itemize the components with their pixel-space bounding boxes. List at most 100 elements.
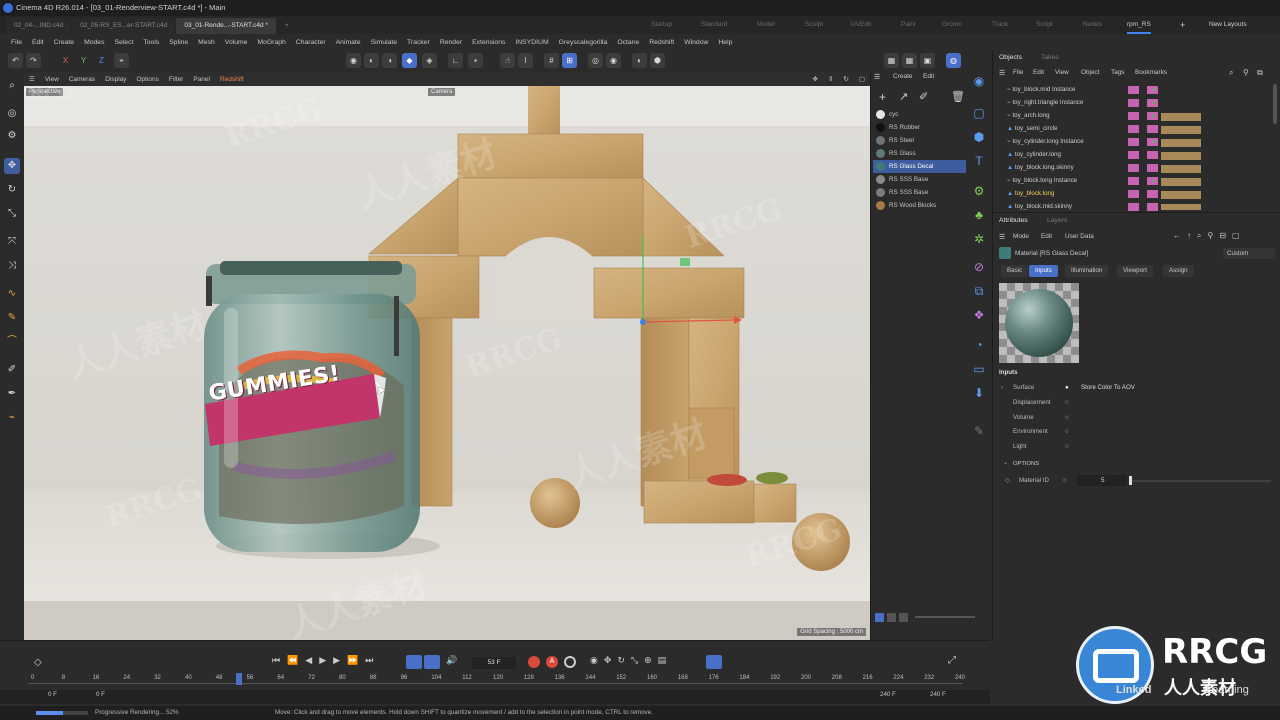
preview-start-field[interactable]: 0 F (96, 691, 105, 698)
layout-tab-groom[interactable]: Groom (942, 16, 962, 34)
deformer-icon[interactable]: ✲ (970, 230, 988, 248)
loop-icon[interactable] (406, 655, 422, 669)
objects-menu-icon[interactable]: ☰ (999, 69, 1005, 77)
keyframe-selection-icon[interactable] (564, 656, 576, 668)
object-mode-icon[interactable]: ◆ (402, 53, 417, 68)
menu-mesh[interactable]: Mesh (193, 39, 220, 46)
new-layouts-button[interactable]: New Layouts (1209, 16, 1247, 34)
file-tab[interactable]: 02_04-...IND.c4d (6, 18, 72, 34)
field-icon[interactable]: ⊘ (970, 258, 988, 276)
generator-icon[interactable]: ⚙ (970, 182, 988, 200)
knife-tool-icon[interactable]: ⌁ (4, 410, 20, 426)
menu-simulate[interactable]: Simulate (366, 39, 402, 46)
subtab-inputs[interactable]: Inputs (1029, 265, 1058, 277)
axis-mode-icon[interactable]: ∟ (448, 53, 463, 68)
coordinate-system-icon[interactable]: ⌖ (114, 53, 129, 68)
scene-icon[interactable]: ⧉ (970, 282, 988, 300)
rotate-tool-icon[interactable]: ↻ (4, 182, 20, 198)
menu-tracker[interactable]: Tracker (402, 39, 435, 46)
objects-menu-file[interactable]: File (1013, 69, 1023, 76)
file-tab-active[interactable]: 03_01-Rende...-START.c4d * (176, 18, 276, 34)
menu-help[interactable]: Help (713, 39, 737, 46)
layout-tab-uvedit[interactable]: UVEdit (851, 16, 871, 34)
layout-tab-paint[interactable]: Paint (901, 16, 916, 34)
object-row[interactable]: ▲ toy_cylinder.long (1007, 149, 1061, 161)
menu-render[interactable]: Render (435, 39, 467, 46)
cloner-icon[interactable]: ♣ (970, 206, 988, 224)
menu-window[interactable]: Window (679, 39, 713, 46)
record-keys-icon[interactable] (528, 656, 540, 668)
material-manager-menu-icon[interactable]: ☰ (874, 73, 880, 81)
layout-tab-startup[interactable]: Startup (651, 16, 672, 34)
input-port-icon[interactable]: ○ (1065, 441, 1069, 453)
objects-new-window-icon[interactable]: ⧉ (1257, 68, 1263, 78)
objects-menu-view[interactable]: View (1055, 69, 1069, 76)
camera-label[interactable]: Camera (428, 88, 456, 96)
menu-modes[interactable]: Modes (79, 39, 109, 46)
visibility-check-icon[interactable]: ✔ ✔ ✔ ✔ ✔ (1151, 84, 1157, 188)
live-selection-icon[interactable]: ◎ (4, 106, 20, 122)
current-frame-field[interactable]: 53 F (472, 657, 516, 669)
viewport-menu-options[interactable]: Options (132, 76, 164, 83)
render-view-icon[interactable]: ◐ (632, 53, 647, 68)
input-port-icon[interactable]: ○ (1065, 426, 1069, 438)
text-tool-icon[interactable]: T (970, 152, 988, 170)
thumbnail-size-slider[interactable] (915, 616, 975, 618)
menu-create[interactable]: Create (49, 39, 79, 46)
object-row[interactable]: ▲ toy_semi_circle (1007, 123, 1057, 135)
menu-redshift[interactable]: Redshift (644, 39, 679, 46)
preview-range-icon[interactable] (424, 655, 440, 669)
menu-edit[interactable]: Edit (27, 39, 49, 46)
subtab-assign[interactable]: Assign (1163, 265, 1194, 277)
object-row[interactable]: ⌁ toy_right.triangle Instance (1007, 97, 1083, 109)
sound-icon[interactable]: 🔊 (446, 655, 457, 666)
attributes-menu-user-data[interactable]: User Data (1065, 233, 1094, 240)
mesh-mode-icon[interactable]: ◐ (364, 53, 379, 68)
object-row[interactable]: ⌁ toy_arch.long (1007, 110, 1050, 122)
menu-spline[interactable]: Spline (164, 39, 193, 46)
material-menu-create[interactable]: Create (893, 73, 913, 80)
timeline-expand-icon[interactable]: ⤢ (948, 655, 956, 666)
input-port-icon[interactable]: ○ (1065, 397, 1069, 409)
object-row[interactable]: ⌁ toy_block.long Instance (1007, 175, 1077, 187)
brush-tool-icon[interactable]: ✐ (4, 362, 20, 378)
start-frame-field[interactable]: 0 F (48, 691, 57, 698)
grid-view-icon[interactable] (875, 612, 884, 622)
floor-object-icon[interactable]: ⬇ (970, 384, 988, 402)
axis-z-toggle[interactable]: Z (94, 53, 109, 68)
edit-render-settings-icon[interactable]: ▣ (920, 53, 935, 68)
menu-extensions[interactable]: Extensions (467, 39, 510, 46)
placement-tool-icon[interactable]: ⤨ (4, 258, 20, 274)
tab-layers[interactable]: Layers (1047, 217, 1067, 224)
object-list-scrollbar[interactable] (1273, 84, 1277, 124)
list-view-icon[interactable] (887, 612, 896, 622)
add-material-icon[interactable]: + (879, 90, 886, 104)
object-row[interactable]: ⌁ toy_block.mid Instance (1007, 84, 1075, 96)
menu-tools[interactable]: Tools (138, 39, 164, 46)
render-picture-viewer-icon[interactable]: ▦ (902, 53, 917, 68)
object-row[interactable]: ▲ toy_block.mid.skinny (1007, 201, 1072, 212)
material-id-slider-handle[interactable] (1129, 476, 1132, 485)
subtab-illumination[interactable]: Illumination (1065, 265, 1109, 277)
objects-filter-icon[interactable]: ⚲ (1243, 68, 1249, 77)
viewport-menu-cameras[interactable]: Cameras (64, 76, 100, 83)
move-tool-icon[interactable]: ✥ (4, 158, 20, 174)
viewport-menu-panel[interactable]: Panel (188, 76, 215, 83)
keyframe-diamond-icon[interactable]: ◇ (1005, 475, 1010, 487)
viewport-menu-filter[interactable]: Filter (164, 76, 188, 83)
layout-tab-script[interactable]: Script (1036, 16, 1053, 34)
material-tag-column[interactable] (1161, 110, 1201, 210)
axis-y-toggle[interactable]: Y (76, 53, 91, 68)
preview-end-field[interactable]: 240 F (880, 691, 896, 698)
model-mode-icon[interactable]: ◉ (346, 53, 361, 68)
transfer-tool-icon[interactable]: ⤧ (4, 234, 20, 250)
subtab-basic[interactable]: Basic (1001, 265, 1029, 277)
material-id-slider-track[interactable] (1131, 480, 1271, 482)
trash-icon[interactable]: 🗑 (951, 90, 965, 103)
new-tab-icon[interactable]: + (277, 18, 297, 34)
autokey-icon[interactable]: A (546, 656, 558, 668)
arrow-tool-icon[interactable]: ↗ (899, 90, 908, 103)
snap-icon[interactable]: # (544, 53, 559, 68)
layout-tab-sculpt[interactable]: Sculpt (805, 16, 823, 34)
attributes-nav-icons[interactable]: ←↑⌕⚲⊟▢ (1173, 231, 1246, 241)
